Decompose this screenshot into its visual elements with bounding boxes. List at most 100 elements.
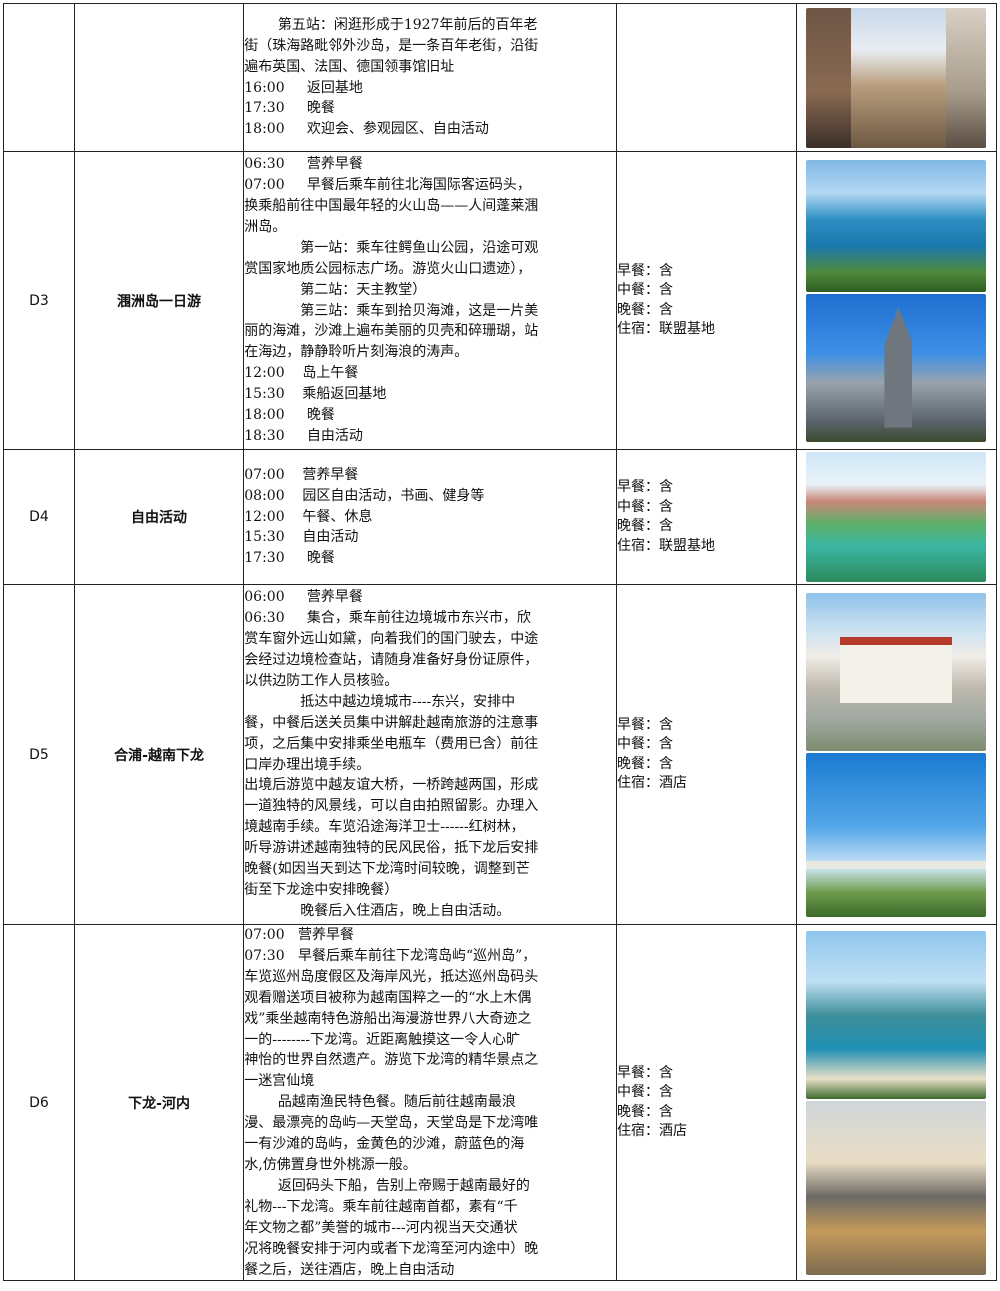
- meal-line: 住宿：联盟基地: [617, 321, 716, 337]
- schedule-line: 抵达中越边境城市----东兴，安排中: [300, 693, 516, 710]
- day-cell: [3, 3, 75, 152]
- meal-line: 晚餐：含: [617, 301, 674, 318]
- schedule-line: 07:00 早餐后乘车前往北海国际客运码头，: [244, 177, 531, 194]
- schedule-line: 漫、最漂亮的岛屿—天堂岛，天堂岛是下龙湾唯: [244, 1115, 539, 1132]
- schedule-line: 06:00 营养早餐: [244, 589, 363, 606]
- meal-line: 早餐：含: [617, 716, 674, 733]
- weizhou-church-photo: [806, 293, 987, 442]
- itinerary-row: D6 下龙-河内 07:00 营养早餐 07:30 早餐后乘车前往下龙湾岛屿“巡州岛”…: [3, 923, 998, 1282]
- meal-line: 早餐：含: [617, 479, 674, 495]
- itinerary-table: 第五站：闲逛形成于1927年前后的百年老街（珠海路毗邻外沙岛，是一条百年老街，沿…: [3, 3, 998, 1282]
- schedule-line: 12:00 岛上午餐: [244, 365, 359, 382]
- meal-line: 中餐：含: [617, 498, 674, 515]
- itinerary-row: D5 合浦-越南下龙 06:00 营养早餐 06:30 集合，乘车前往边境城市东兴市，…: [3, 584, 998, 925]
- schedule-line: 街（珠海路毗邻外沙岛，是一条百年老街，沿街: [244, 37, 539, 54]
- schedule-cell: 06:00 营养早餐 06:30 集合，乘车前往边境城市东兴市，欣 赏车窗外远山如黛…: [243, 584, 618, 925]
- schedule-line: 在海边，静静聆听片刻海浪的涛声。: [244, 344, 469, 361]
- schedule-line: 06:30 集合，乘车前往边境城市东兴市，欣: [244, 610, 531, 627]
- friendship-bridge-photo: [806, 752, 987, 917]
- schedule-cell: 第五站：闲逛形成于1927年前后的百年老街（珠海路毗邻外沙岛，是一条百年老街，沿…: [243, 3, 618, 152]
- schedule-line: 一有沙滩的岛屿，金黄色的沙滩，蔚蓝色的海: [244, 1136, 525, 1153]
- schedule-line: 返回码头下船，告别上帝赐于越南最好的: [277, 1177, 530, 1194]
- day-title-cell: 涠洲岛一日游: [73, 151, 245, 450]
- schedule-cell: 07:00 营养早餐 07:30 早餐后乘车前往下龙湾岛屿“巡州岛”， 车览巡州岛度…: [243, 923, 618, 1282]
- schedule-line: 换乘船前往中国最年轻的火山岛——人间蓬莱涠: [244, 197, 539, 214]
- halong-junk-sunset-photo: [806, 1100, 987, 1275]
- schedule-line: 17:30 晚餐: [244, 100, 335, 117]
- schedule-line: 丽的海滩，沙滩上遍布美丽的贝壳和碎珊瑚，站: [244, 323, 539, 340]
- weizhou-coast-photo: [806, 159, 987, 292]
- schedule-line: 观看赠送项目被称为越南国粹之一的“水上木偶: [244, 989, 532, 1006]
- schedule-line: 赏车窗外远山如黛，向着我们的国门驶去，中途: [244, 631, 539, 648]
- schedule-line: 街至下龙途中安排晚餐）: [244, 881, 399, 898]
- schedule-line: 赏国家地质公园标志广场。游览火山口遗迹），: [244, 260, 532, 277]
- meal-line: 晚餐：含: [617, 518, 674, 534]
- schedule-line: 口岸办理出境手续。: [244, 756, 371, 773]
- schedule-line: 晚餐后入住酒店，晚上自由活动。: [300, 902, 511, 919]
- schedule-line: 年文物之都”美誉的城市---河内视当天交通状: [244, 1219, 518, 1236]
- schedule-line: 项，之后集中安排乘坐电瓶车（费用已含）前往: [244, 735, 539, 752]
- schedule-line: 品越南渔民特色餐。随后前往越南最浪: [277, 1094, 516, 1111]
- meal-line: 住宿：酒店: [617, 1123, 688, 1140]
- schedule-line: 18:30 自由活动: [244, 427, 363, 444]
- itinerary-row: D4 自由活动 07:00 营养早餐 08:00 园区自由活动，书画、健身等 12:00…: [3, 449, 998, 585]
- schedule-line: 境越南手续。车览沿途海洋卫士------红树林，: [244, 819, 525, 836]
- day-cell: D4: [3, 449, 75, 585]
- schedule-line: 16:00 返回基地: [244, 79, 363, 96]
- schedule-line: 18:00 欢迎会、参观园区、自由活动: [244, 121, 489, 138]
- meals-cell: 早餐：含中餐：含晚餐：含住宿：酒店: [616, 923, 797, 1282]
- schedule-line: 06:30 营养早餐: [244, 156, 363, 173]
- meals-cell: 早餐：含中餐：含晚餐：含住宿：酒店: [616, 584, 797, 925]
- meals-cell: 早餐：含中餐：含晚餐：含住宿：联盟基地: [616, 449, 797, 585]
- schedule-line: 听导游讲述越南独特的民风民俗，抵下龙后安排: [244, 840, 539, 857]
- meal-line: 晚餐：含: [617, 1103, 674, 1120]
- itinerary-row: D3 涠洲岛一日游 06:30 营养早餐 07:00 早餐后乘车前往北海国际客运码头，…: [3, 151, 998, 450]
- schedule-line: 07:30 早餐后乘车前往下龙湾岛屿“巡州岛”，: [244, 947, 537, 964]
- schedule-line: 12:00 午餐、休息: [244, 508, 373, 525]
- day-title-cell: 自由活动: [73, 449, 245, 585]
- schedule-line: 17:30 晚餐: [244, 550, 335, 567]
- photos-cell: [795, 3, 998, 152]
- photos-cell: [795, 449, 998, 585]
- day-cell: D5: [3, 584, 75, 925]
- schedule-line: 以供边防工作人员核验。: [244, 672, 399, 689]
- schedule-line: 餐，中餐后送关员集中讲解赴越南旅游的注意事: [244, 714, 539, 731]
- schedule-line: 第二站：天主教堂）: [300, 281, 427, 298]
- meal-line: 中餐：含: [617, 1084, 674, 1101]
- meal-line: 住宿：酒店: [617, 775, 688, 791]
- schedule-line: 第一站：乘车往鳄鱼山公园，沿途可观: [300, 239, 539, 256]
- schedule-line: 神怡的世界自然遗产。游览下龙湾的精华景点之: [244, 1052, 539, 1069]
- meal-line: 住宿：联盟基地: [617, 537, 716, 554]
- schedule-line: 一道独特的风景线，可以自由拍照留影。办理入: [244, 798, 539, 815]
- schedule-line: 洲岛。: [244, 218, 287, 235]
- meals-cell: [616, 3, 797, 152]
- schedule-line: 会经过边境检查站，请随身准备好身份证原件，: [244, 651, 539, 668]
- meal-line: 早餐：含: [617, 1064, 674, 1081]
- dongxing-border-gate-photo: [806, 592, 987, 751]
- day-cell: D6: [3, 923, 75, 1282]
- schedule-line: 车览巡州岛度假区及海岸风光，抵达巡州岛码头: [244, 968, 539, 985]
- meal-line: 早餐：含: [617, 262, 674, 279]
- day-cell: D3: [3, 151, 75, 450]
- meals-cell: 早餐：含中餐：含晚餐：含住宿：联盟基地: [616, 151, 797, 450]
- meal-line: 晚餐：含: [617, 755, 674, 772]
- meal-line: 中餐：含: [617, 736, 674, 752]
- schedule-line: 07:00 营养早餐: [244, 466, 359, 483]
- schedule-line: 水,仿佛置身世外桃源一般。: [244, 1156, 417, 1173]
- schedule-line: 08:00 园区自由活动，书画、健身等: [244, 487, 485, 504]
- schedule-line: 出境后游览中越友谊大桥，一桥跨越两国，形成: [244, 777, 539, 794]
- day-title-cell: [73, 3, 245, 152]
- photos-cell: [795, 151, 998, 450]
- day-title-cell: 合浦-越南下龙: [73, 584, 245, 925]
- schedule-cell: 07:00 营养早餐 08:00 园区自由活动，书画、健身等 12:00 午餐、休息…: [243, 449, 618, 585]
- halong-bay-beach-photo: [806, 930, 987, 1099]
- schedule-line: 况将晚餐安排于河内或者下龙湾至河内途中）晚: [244, 1240, 539, 1257]
- schedule-line: 15:30 乘船返回基地: [244, 386, 387, 403]
- schedule-line: 第五站：闲逛形成于1927年前后的百年老: [277, 16, 538, 33]
- meal-line: 中餐：含: [617, 282, 674, 298]
- schedule-line: 餐之后，送往酒店，晚上自由活动: [244, 1261, 455, 1278]
- day-title-cell: 下龙-河内: [73, 923, 245, 1282]
- schedule-line: 一的--------下龙湾。近距离触摸这一令人心旷: [244, 1031, 521, 1048]
- schedule-line: 一迷宫仙境: [244, 1073, 315, 1090]
- schedule-line: 18:00 晚餐: [244, 407, 335, 424]
